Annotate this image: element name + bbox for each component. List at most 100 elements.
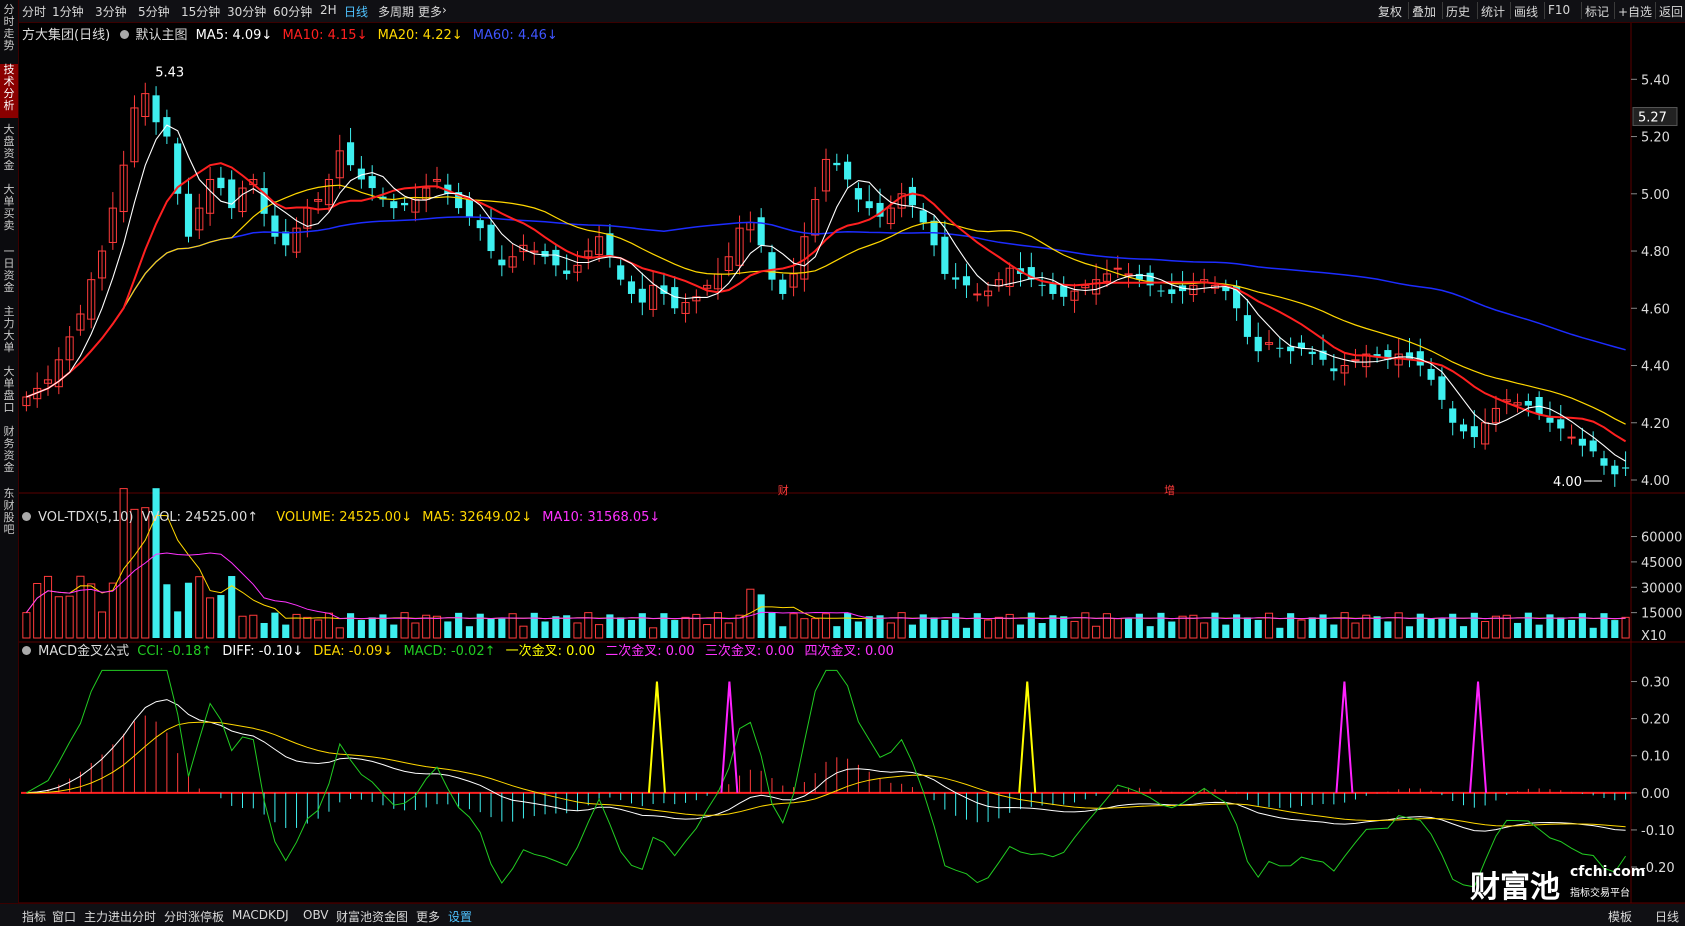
stock-name: 方大集团(日线) (22, 28, 111, 43)
bottom-tab-5[interactable]: KDJ (268, 908, 289, 922)
left-tab-2[interactable]: 大盘资金 (0, 124, 18, 178)
volume-bar (260, 622, 268, 638)
volume-bar (1081, 612, 1090, 639)
left-tab-3[interactable]: 大单买卖 (0, 184, 18, 238)
period-tab-8[interactable]: 日线 (344, 3, 368, 20)
ma60-line (26, 216, 1626, 398)
candle-body (617, 265, 625, 280)
macd-tick-label: -0.10 (1641, 824, 1675, 839)
volume-bar (1092, 625, 1101, 639)
volume-bar (238, 615, 247, 639)
volume-bar (1351, 622, 1360, 639)
watermark-slogan: 指标交易平台 (1570, 888, 1630, 899)
volume-bar (800, 618, 809, 639)
toolbar-right-6[interactable]: 标记 (1585, 3, 1609, 20)
volume-bar (1146, 626, 1154, 638)
left-tab-0[interactable]: 分时走势 (0, 4, 18, 58)
volume-bar (1297, 619, 1306, 639)
template-label[interactable]: 默认主图 (135, 28, 187, 43)
vol-dot-icon[interactable] (22, 512, 31, 521)
volume-bar (779, 626, 787, 638)
candle-body (1276, 347, 1284, 349)
bottom-tab-6[interactable]: OBV (303, 908, 329, 922)
left-tab-4[interactable]: 一日资金 (0, 246, 18, 300)
bottom-right-0[interactable]: 模板 (1608, 908, 1632, 925)
more-chevron-icon[interactable]: › (442, 3, 447, 17)
volume-bar (627, 619, 636, 638)
bottom-tab-0[interactable]: 指标 (22, 908, 46, 925)
event-marker-1: 增 (1164, 483, 1175, 497)
bottom-tab-3[interactable]: 分时涨停板 (164, 908, 224, 925)
candle-body (1330, 368, 1338, 372)
period-tab-4[interactable]: 15分钟 (181, 3, 220, 20)
period-tab-3[interactable]: 5分钟 (138, 3, 170, 20)
left-tab-7[interactable]: 财务资金 (0, 426, 18, 480)
macd-indicator-name[interactable]: MACD金叉公式 (38, 644, 129, 659)
bottom-tab-9[interactable]: 设置 (448, 908, 472, 925)
volume-bar (1070, 620, 1079, 639)
period-tab-1[interactable]: 1分钟 (52, 3, 84, 20)
candle-body (638, 288, 646, 303)
candle-body (217, 177, 225, 189)
candle-body (1611, 465, 1619, 475)
candle-body (1524, 401, 1532, 406)
golden-cross-spike (720, 681, 739, 793)
vol-indicator-name[interactable]: VOL-TDX(5,10) (38, 510, 133, 525)
toolbar-right-3[interactable]: 统计 (1481, 3, 1505, 20)
candle-body (541, 251, 549, 257)
stock-chart[interactable]: 5.40 5.20 5.00 4.80 4.60 4.40 4.20 4.00 5.27 5.43… (19, 23, 1685, 903)
top-toolbar: 分时 1分钟 3分钟 5分钟 15分钟 30分钟 60分钟 2H 日线 多周期 更多 › 复权 叠加 历史… (0, 0, 1685, 23)
volume-bar (1168, 621, 1176, 638)
watermark-site: cfchi.com (1570, 864, 1646, 880)
toolbar-right-1[interactable]: 叠加 (1412, 3, 1436, 20)
volume-bar (432, 615, 442, 639)
volume-bar (1222, 624, 1230, 638)
bottom-tab-7[interactable]: 财富池资金图 (336, 908, 408, 925)
left-tab-6[interactable]: 大单盘口 (0, 366, 18, 420)
left-tab-5[interactable]: 主力大单 (0, 306, 18, 360)
volume-value: VOLUME: 24525.00↓ (276, 510, 413, 525)
bottom-tab-2[interactable]: 主力进出分时 (84, 908, 156, 925)
volume-bar (141, 507, 150, 639)
period-tab-6[interactable]: 60分钟 (273, 3, 312, 20)
period-tab-7[interactable]: 2H (320, 3, 337, 17)
toolbar-right-0[interactable]: 复权 (1378, 3, 1402, 20)
toolbar-right-4[interactable]: 画线 (1514, 3, 1538, 20)
bottom-right-1[interactable]: 日线 (1655, 908, 1679, 925)
candle-body (346, 142, 355, 166)
price-tick-label: 4.60 (1641, 302, 1670, 317)
main-legend: 方大集团(日线) 默认主图 MA5: 4.09↓ MA10: 4.15↓ MA2… (22, 24, 558, 43)
toolbar-right-5[interactable]: F10 (1548, 3, 1570, 17)
volume-bar (1243, 617, 1251, 638)
macd-tick-label: 0.00 (1641, 787, 1670, 802)
period-tab-5[interactable]: 30分钟 (227, 3, 266, 20)
bottom-tab-8[interactable]: 更多 (416, 908, 440, 925)
macd-dot-icon[interactable] (22, 646, 31, 655)
volume-bar (1438, 618, 1446, 638)
price-low-label: 4.00 (1553, 475, 1582, 490)
toolbar-right-8[interactable]: 返回 (1659, 3, 1683, 20)
volume-bar (1621, 616, 1630, 639)
toolbar-right-2[interactable]: 历史 (1446, 3, 1470, 20)
period-tab-9[interactable]: 多周期 (378, 3, 414, 20)
period-tab-10[interactable]: 更多 (418, 3, 442, 20)
volume-bar (1124, 618, 1133, 638)
candle-body (1470, 426, 1478, 438)
toolbar-right-7[interactable]: +自选 (1618, 3, 1652, 20)
g2-value: 二次金叉: 0.00 (605, 644, 695, 659)
period-tab-2[interactable]: 3分钟 (95, 3, 127, 20)
volume-bar (519, 625, 528, 639)
candle-body (1438, 376, 1446, 400)
bottom-tab-4[interactable]: MACD (232, 908, 268, 922)
volume-bar (649, 627, 658, 639)
left-tab-1[interactable]: 技术分析 (0, 64, 18, 118)
golden-cross-spike (1469, 681, 1488, 793)
volume-bar (1276, 627, 1284, 638)
period-tab-0[interactable]: 分时 (22, 3, 46, 20)
template-dot-icon[interactable] (120, 30, 130, 39)
candle-body (768, 252, 776, 280)
volume-bar (617, 617, 625, 638)
bottom-tab-1[interactable]: 窗口 (52, 908, 76, 925)
left-tab-8[interactable]: 东财股吧 (0, 488, 18, 542)
golden-cross-spike (647, 681, 666, 793)
